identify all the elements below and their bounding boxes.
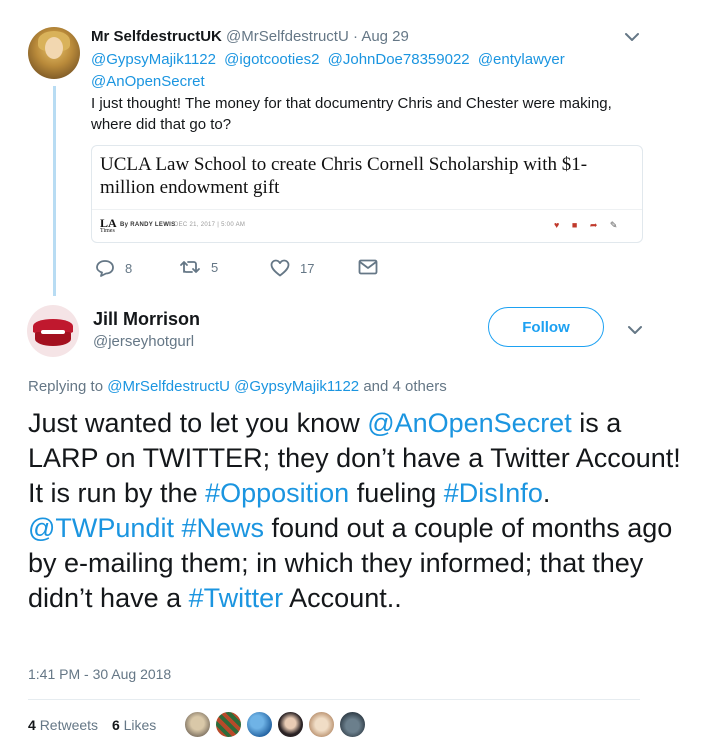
tweet2-text: Just wanted to let you know @AnOpenSecre…	[28, 406, 688, 616]
tweet1-mentions: @GypsyMajik1122 @igotcooties2 @JohnDoe78…	[91, 49, 651, 93]
like-count: 17	[300, 260, 315, 276]
tweet2-stats: 4 Retweets 6 Likes	[28, 715, 156, 735]
card-byline: By RANDY LEWIS	[120, 222, 176, 228]
tweet1-author-name[interactable]: Mr SelfdestructUK	[91, 28, 222, 45]
mention-link[interactable]: @TWPundit	[28, 513, 174, 543]
la-times-logo-sub: Times	[100, 228, 115, 234]
replying-to-others[interactable]: and 4 others	[363, 378, 446, 395]
replying-to-line: Replying to @MrSelfdestructU @GypsyMajik…	[28, 377, 447, 397]
retweet-icon	[180, 261, 200, 273]
likes-stat-count: 6	[111, 717, 120, 733]
hashtag-link[interactable]: #Twitter	[189, 583, 284, 613]
retweets-stat-count: 4	[28, 717, 36, 733]
retweet-count: 5	[211, 259, 219, 275]
hashtag-link[interactable]: #News	[181, 513, 264, 543]
la-times-logo: LA Times	[100, 217, 117, 234]
mention-link[interactable]: @GypsyMajik1122	[91, 51, 216, 68]
card-divider	[92, 209, 642, 210]
reply-icon	[96, 260, 114, 277]
card-title[interactable]: UCLA Law School to create Chris Cornell …	[100, 153, 630, 199]
liker-avatar[interactable]	[246, 711, 273, 738]
tweet1-author-handle[interactable]: @MrSelfdestructU	[226, 28, 349, 45]
reply-button[interactable]: 8	[95, 259, 132, 277]
mention-link[interactable]: @JohnDoe78359022	[328, 51, 470, 68]
tweet2-chevron-down-icon[interactable]	[625, 323, 645, 337]
liker-avatar[interactable]	[308, 711, 335, 738]
hashtag-link[interactable]: #DisInfo	[444, 478, 543, 508]
reply-count: 8	[125, 260, 133, 276]
avatar-mrselfdestructuk[interactable]	[28, 27, 80, 79]
retweets-stat-label: Retweets	[39, 717, 99, 733]
twitter-icon[interactable]: ♥	[554, 220, 559, 230]
mention-link[interactable]: @AnOpenSecret	[367, 408, 572, 438]
hashtag-link[interactable]: #Opposition	[205, 478, 349, 508]
likes-stat-label: Likes	[123, 717, 157, 733]
replying-to-prefix: Replying to	[28, 378, 104, 395]
share-icon[interactable]: ➦	[590, 220, 598, 230]
tweet1-date[interactable]: Aug 29	[361, 28, 409, 45]
tweet1-header: Mr SelfdestructUK @MrSelfdestructU · Aug…	[91, 27, 409, 47]
tweet2-text-part: Just wanted to let you know	[28, 408, 368, 438]
card-share-icons: ♥ ■ ➦ ✎	[554, 220, 627, 231]
facebook-icon[interactable]: ■	[572, 220, 577, 230]
mention-link[interactable]: @entylawyer	[478, 51, 565, 68]
stats-divider	[28, 699, 640, 700]
avatar-jill-morrison[interactable]	[27, 305, 79, 357]
tweet2-timestamp[interactable]: 1:41 PM - 30 Aug 2018	[28, 666, 171, 682]
envelope-icon	[358, 259, 378, 275]
thread-connector-line	[53, 86, 56, 296]
liker-avatar[interactable]	[277, 711, 304, 738]
tweet2-text-part: .	[542, 478, 551, 508]
tweet1-text: I just thought! The money for that docum…	[91, 95, 612, 133]
tweet1-chevron-down-icon[interactable]	[622, 30, 642, 44]
mention-link[interactable]: @AnOpenSecret	[91, 73, 205, 90]
retweets-stat[interactable]: 4 Retweets	[28, 717, 108, 733]
tweet2-author-handle[interactable]: @jerseyhotgurl	[93, 332, 194, 352]
tweet2-text-part: fueling	[349, 478, 444, 508]
follow-button[interactable]: Follow	[488, 307, 604, 347]
mention-link[interactable]: @igotcooties2	[224, 51, 319, 68]
retweet-button[interactable]: 5	[179, 259, 218, 275]
direct-message-button[interactable]	[358, 259, 378, 275]
likes-stat[interactable]: 6 Likes	[112, 717, 156, 733]
tweet2-author-name[interactable]: Jill Morrison	[93, 308, 200, 330]
like-button[interactable]: 17	[270, 259, 314, 277]
edit-icon[interactable]: ✎	[610, 220, 618, 230]
heart-icon	[270, 259, 290, 277]
link-preview-card[interactable]: UCLA Law School to create Chris Cornell …	[91, 145, 643, 243]
liker-avatar[interactable]	[339, 711, 366, 738]
reply-mention-link[interactable]: @MrSelfdestructU	[107, 378, 230, 395]
liker-avatar[interactable]	[215, 711, 242, 738]
reply-mention-link[interactable]: @GypsyMajik1122	[234, 378, 359, 395]
tweet1-dot-separator: ·	[352, 28, 358, 45]
card-date: DEC 21, 2017 | 5:00 AM	[174, 222, 246, 228]
liker-avatar[interactable]	[184, 711, 211, 738]
tweet2-text-part: Account..	[283, 583, 402, 613]
